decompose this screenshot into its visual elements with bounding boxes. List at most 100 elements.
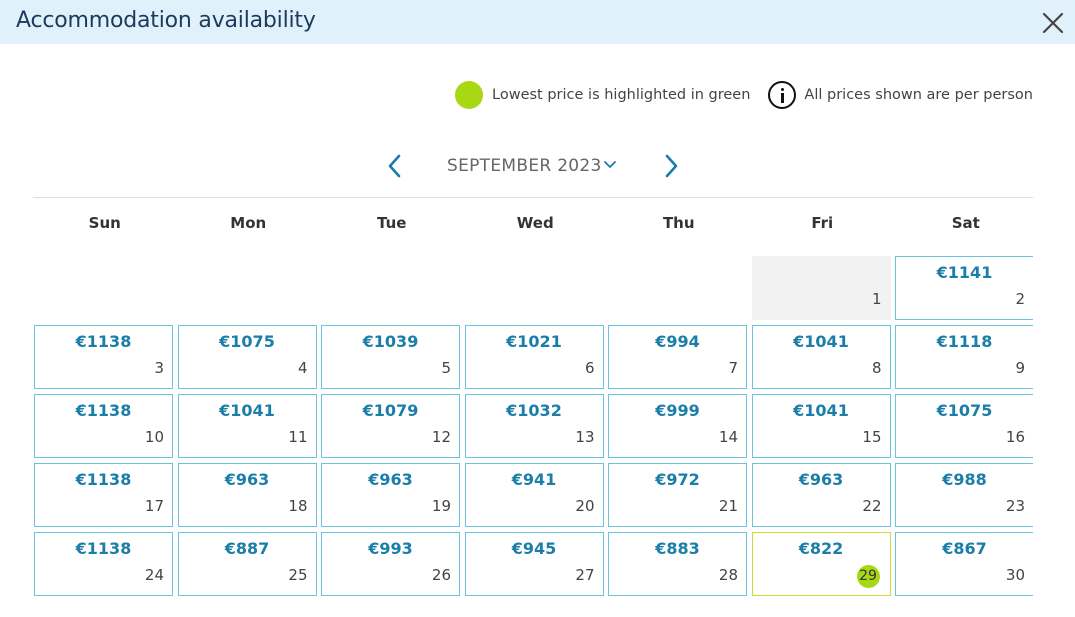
day-price: €993: [368, 539, 413, 558]
day-price-button[interactable]: €999 14: [608, 394, 747, 458]
day-price: €1141: [936, 263, 993, 282]
day-price: €1075: [219, 332, 275, 351]
calendar-cell: €941 20: [464, 462, 608, 531]
calendar-cell: €1041 11: [177, 393, 321, 462]
weekday-header: Tue: [377, 214, 407, 232]
day-price: €963: [368, 470, 413, 489]
calendar-cell: €1075 4: [177, 324, 321, 393]
day-number: 22: [862, 497, 882, 515]
day-price-button[interactable]: €993 26: [321, 532, 460, 596]
day-price: €1118: [936, 332, 993, 351]
calendar-cell: €945 27: [464, 531, 608, 597]
day-price-button[interactable]: €1141 2: [895, 256, 1033, 320]
weekday-header: Sat: [951, 214, 980, 232]
calendar-cell: €972 21: [607, 462, 751, 531]
close-icon[interactable]: [1040, 10, 1066, 36]
day-price: €1032: [506, 401, 562, 420]
day-price-button[interactable]: €988 23: [895, 463, 1033, 527]
day-price-button[interactable]: €963 18: [177, 463, 317, 527]
dialog-header: Accommodation availability: [0, 0, 1075, 44]
day-price-button[interactable]: €1138 24: [34, 532, 173, 596]
day-number: 26: [431, 566, 451, 584]
day-price-button[interactable]: €963 19: [321, 463, 460, 527]
day-price: €887: [224, 539, 270, 558]
day-price-button[interactable]: €994 7: [608, 325, 747, 389]
calendar-cell: €1032 13: [464, 393, 608, 462]
month-select[interactable]: SEPTEMBER 2023: [447, 156, 602, 176]
day-price-button[interactable]: €1079 12: [321, 394, 460, 458]
day-price-button[interactable]: €1041 11: [177, 394, 317, 458]
day-number: 15: [862, 428, 882, 446]
day-price-button[interactable]: €1075 4: [177, 325, 317, 389]
weekday-header: Sun: [88, 214, 121, 232]
day-price-button[interactable]: €883 28: [608, 532, 747, 596]
day-price: €1138: [75, 470, 132, 489]
day-number: 28: [718, 566, 738, 584]
day-price: €994: [655, 332, 700, 351]
calendar-cell: €1021 6: [464, 324, 608, 393]
calendar-cell: €1141 2: [894, 255, 1033, 324]
calendar-cell: €1138 24: [33, 531, 177, 597]
calendar-cell: €867 30: [894, 531, 1033, 597]
previous-month-chevron-left-icon[interactable]: [383, 152, 407, 180]
day-price: €1041: [793, 401, 849, 420]
day-price-button[interactable]: €887 25: [177, 532, 317, 596]
day-number: 7: [728, 359, 738, 377]
day-price: €1138: [75, 539, 132, 558]
day-price-button[interactable]: €1021 6: [464, 325, 604, 389]
day-price: €1075: [936, 401, 993, 420]
day-price-button[interactable]: €1041 8: [751, 325, 891, 389]
calendar-cell: €994 7: [607, 324, 751, 393]
day-price-button[interactable]: €1138 10: [34, 394, 173, 458]
day-price-button[interactable]: €1118 9: [895, 325, 1033, 389]
calendar-cell: €887 25: [177, 531, 321, 597]
day-number: 16: [1005, 428, 1025, 446]
day-number: 12: [431, 428, 451, 446]
weekday-header: Mon: [230, 214, 267, 232]
day-number: 20: [575, 497, 595, 515]
weekday-header-row: Sun Mon Tue Wed Thu Fri Sat: [33, 214, 1033, 236]
day-price-button[interactable]: €1138 17: [34, 463, 173, 527]
day-price: €972: [655, 470, 700, 489]
empty-calendar-cell: [177, 255, 321, 324]
lowest-price-legend-text: Lowest price is highlighted in green: [492, 87, 751, 103]
calendar-cell: €1138 17: [33, 462, 177, 531]
next-month-chevron-right-icon[interactable]: [659, 152, 683, 180]
day-price-button[interactable]: €1041 15: [751, 394, 891, 458]
calendar-cell: €1039 5: [320, 324, 464, 393]
calendar-cell: €1138 3: [33, 324, 177, 393]
calendar-cell: €963 19: [320, 462, 464, 531]
day-price-button[interactable]: €941 20: [464, 463, 604, 527]
chevron-down-icon[interactable]: [603, 158, 617, 172]
day-number: 10: [144, 428, 164, 446]
day-price-button[interactable]: €1075 16: [895, 394, 1033, 458]
calendar-cell: €963 18: [177, 462, 321, 531]
day-number: 9: [1015, 359, 1025, 377]
day-number: 4: [297, 359, 308, 377]
day-number: 25: [288, 566, 308, 584]
lowest-price-dot-icon: [455, 81, 484, 109]
day-number: 8: [871, 359, 882, 377]
calendar-cell: €999 14: [607, 393, 751, 462]
calendar-cell: €1138 10: [33, 393, 177, 462]
day-price-button[interactable]: €963 22: [751, 463, 891, 527]
day-price: €1021: [506, 332, 562, 351]
day-price-button[interactable]: €1138 3: [34, 325, 173, 389]
day-number: 11: [288, 428, 308, 446]
calendar-cell: €1075 16: [894, 393, 1033, 462]
day-price: €1041: [219, 401, 275, 420]
day-price-button[interactable]: €1039 5: [321, 325, 460, 389]
price-legend: Lowest price is highlighted in green All…: [455, 80, 1033, 110]
weekday-header: Thu: [662, 214, 695, 232]
day-price: €1138: [75, 332, 132, 351]
day-price-button[interactable]: €972 21: [608, 463, 747, 527]
day-price-button[interactable]: €1032 13: [464, 394, 604, 458]
day-price-button[interactable]: €867 30: [895, 532, 1033, 596]
day-price-button[interactable]: €945 27: [464, 532, 604, 596]
day-price-button[interactable]: €822 29: [751, 532, 891, 596]
day-number: 2: [1015, 290, 1025, 308]
calendar-cell: €963 22: [751, 462, 895, 531]
day-price: €945: [511, 539, 557, 558]
calendar-cell: €1041 8: [751, 324, 895, 393]
day-number: 18: [288, 497, 308, 515]
